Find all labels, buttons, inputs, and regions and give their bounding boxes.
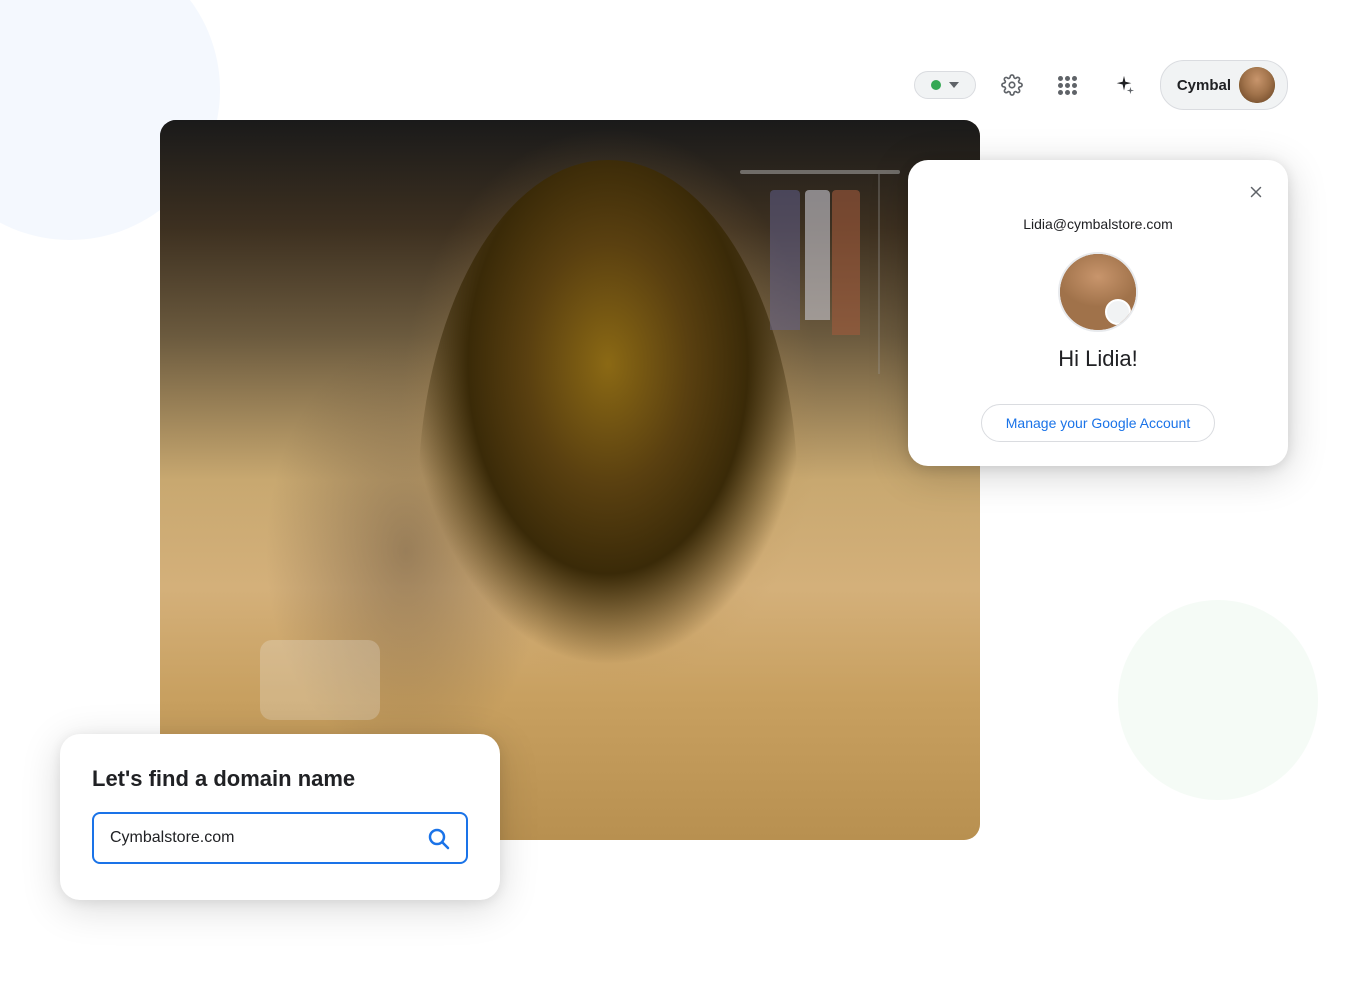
domain-card-title: Let's find a domain name (92, 766, 468, 792)
scene: Cymbal Lidia@cymbalstore.com Hi Lidia! M… (0, 0, 1368, 1000)
sewing-machine (260, 640, 380, 720)
popup-header (908, 160, 1288, 216)
account-popup: Lidia@cymbalstore.com Hi Lidia! Manage y… (908, 160, 1288, 466)
grid-icon (1058, 76, 1077, 95)
bg-decoration-2 (1118, 600, 1318, 800)
close-icon (1247, 183, 1265, 201)
search-icon (426, 826, 450, 850)
hero-photo (160, 120, 980, 840)
domain-search-box (92, 812, 468, 864)
apps-button[interactable] (1048, 65, 1088, 105)
rack-pole-1 (878, 174, 880, 374)
avatar-inner (1060, 254, 1136, 330)
status-button[interactable] (914, 71, 976, 99)
status-dot-icon (931, 80, 941, 90)
domain-search-input[interactable] (110, 829, 422, 847)
popup-greeting: Hi Lidia! (1058, 346, 1137, 372)
close-popup-button[interactable] (1240, 176, 1272, 208)
account-avatar (1239, 67, 1275, 103)
domain-search-button[interactable] (422, 822, 454, 854)
popup-avatar-section: Hi Lidia! (908, 252, 1288, 392)
clothing-item-1 (770, 190, 800, 330)
manage-google-account-button[interactable]: Manage your Google Account (981, 404, 1215, 442)
ai-assistant-button[interactable] (1104, 65, 1144, 105)
domain-card: Let's find a domain name (60, 734, 500, 900)
account-label: Cymbal (1177, 77, 1231, 94)
clothing-item-3 (832, 190, 860, 335)
popup-avatar (1058, 252, 1138, 332)
avatar-face (1239, 67, 1275, 103)
gear-icon (1001, 74, 1023, 96)
account-button[interactable]: Cymbal (1160, 60, 1288, 110)
popup-email: Lidia@cymbalstore.com (908, 216, 1288, 232)
chevron-down-icon (949, 82, 959, 88)
settings-button[interactable] (992, 65, 1032, 105)
rack-bar (740, 170, 900, 174)
spark-icon (1113, 74, 1135, 96)
navbar: Cymbal (914, 60, 1288, 110)
clothing-item-2 (805, 190, 830, 320)
